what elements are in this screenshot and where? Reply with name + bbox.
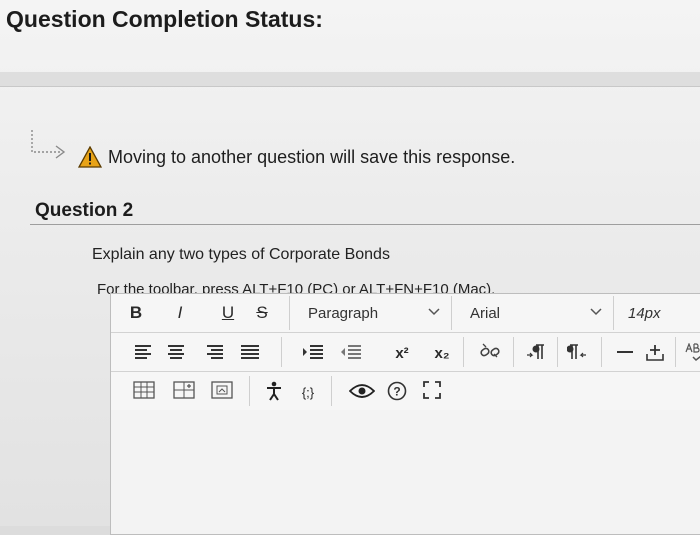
italic-button[interactable]: I [169, 302, 191, 324]
svg-text:?: ? [393, 385, 400, 399]
underline-button[interactable]: U [217, 302, 239, 324]
toolbar-row-1: B I U S Paragraph Arial 14px [111, 294, 700, 333]
align-center-icon[interactable] [167, 345, 185, 359]
toolbar-separator [513, 337, 514, 367]
fullscreen-icon[interactable] [423, 381, 441, 399]
toolbar-separator [249, 376, 250, 406]
bold-button[interactable]: B [125, 302, 147, 324]
rich-text-editor: B I U S Paragraph Arial 14px x² x₂ {;} ? [110, 293, 700, 535]
font-dropdown-value: Arial [470, 304, 501, 322]
code-sample-button[interactable]: {;} [295, 381, 321, 403]
align-left-icon[interactable] [135, 345, 153, 359]
insert-content-icon[interactable] [645, 342, 665, 362]
toolbar-separator [463, 337, 464, 367]
preview-eye-icon[interactable] [349, 383, 375, 399]
subscript-button[interactable]: x₂ [429, 342, 455, 364]
size-dropdown-value: 14px [628, 304, 661, 322]
table-properties-icon[interactable] [173, 381, 195, 399]
return-arrow-icon [31, 130, 66, 159]
strikethrough-button[interactable]: S [251, 302, 273, 324]
question-prompt: Explain any two types of Corporate Bonds [92, 246, 390, 263]
toolbar-row-3: {;} ? [111, 372, 700, 411]
warning-icon [78, 146, 102, 168]
indent-icon[interactable] [303, 345, 323, 359]
font-family-dropdown[interactable]: Arial [451, 296, 612, 330]
superscript-button[interactable]: x² [389, 342, 415, 364]
horizontal-line-icon[interactable] [617, 351, 633, 355]
unlink-icon[interactable] [479, 342, 501, 362]
chevron-down-icon [590, 308, 602, 316]
insert-image-icon[interactable] [211, 381, 233, 399]
paragraph-dropdown-value: Paragraph [308, 304, 379, 322]
toolbar-separator [557, 337, 558, 367]
justify-icon[interactable] [241, 345, 259, 359]
completion-status-title: Question Completion Status: [6, 6, 323, 32]
toolbar-row-2: x² x₂ [111, 333, 700, 372]
align-right-icon[interactable] [205, 345, 223, 359]
help-icon[interactable]: ? [387, 381, 407, 401]
chevron-down-icon [428, 308, 440, 316]
toolbar-separator [601, 337, 602, 367]
ltr-direction-icon[interactable] [527, 344, 547, 360]
toolbar-separator [331, 376, 332, 406]
editor-content-area[interactable] [111, 410, 700, 534]
toolbar-separator [281, 337, 282, 367]
font-size-dropdown[interactable]: 14px [613, 296, 700, 330]
question-title: Question 2 [35, 200, 134, 221]
outdent-icon[interactable] [341, 345, 361, 359]
page: Question Completion Status: Moving to an… [0, 0, 700, 535]
save-warning-text: Moving to another question will save thi… [108, 147, 516, 167]
insert-table-icon[interactable] [133, 381, 155, 399]
rtl-direction-icon[interactable] [567, 344, 587, 360]
spellcheck-icon[interactable] [685, 343, 700, 361]
accessibility-icon[interactable] [265, 381, 283, 401]
header-divider [0, 72, 700, 87]
toolbar-separator [675, 337, 676, 367]
question-divider [30, 224, 700, 225]
paragraph-format-dropdown[interactable]: Paragraph [289, 296, 450, 330]
